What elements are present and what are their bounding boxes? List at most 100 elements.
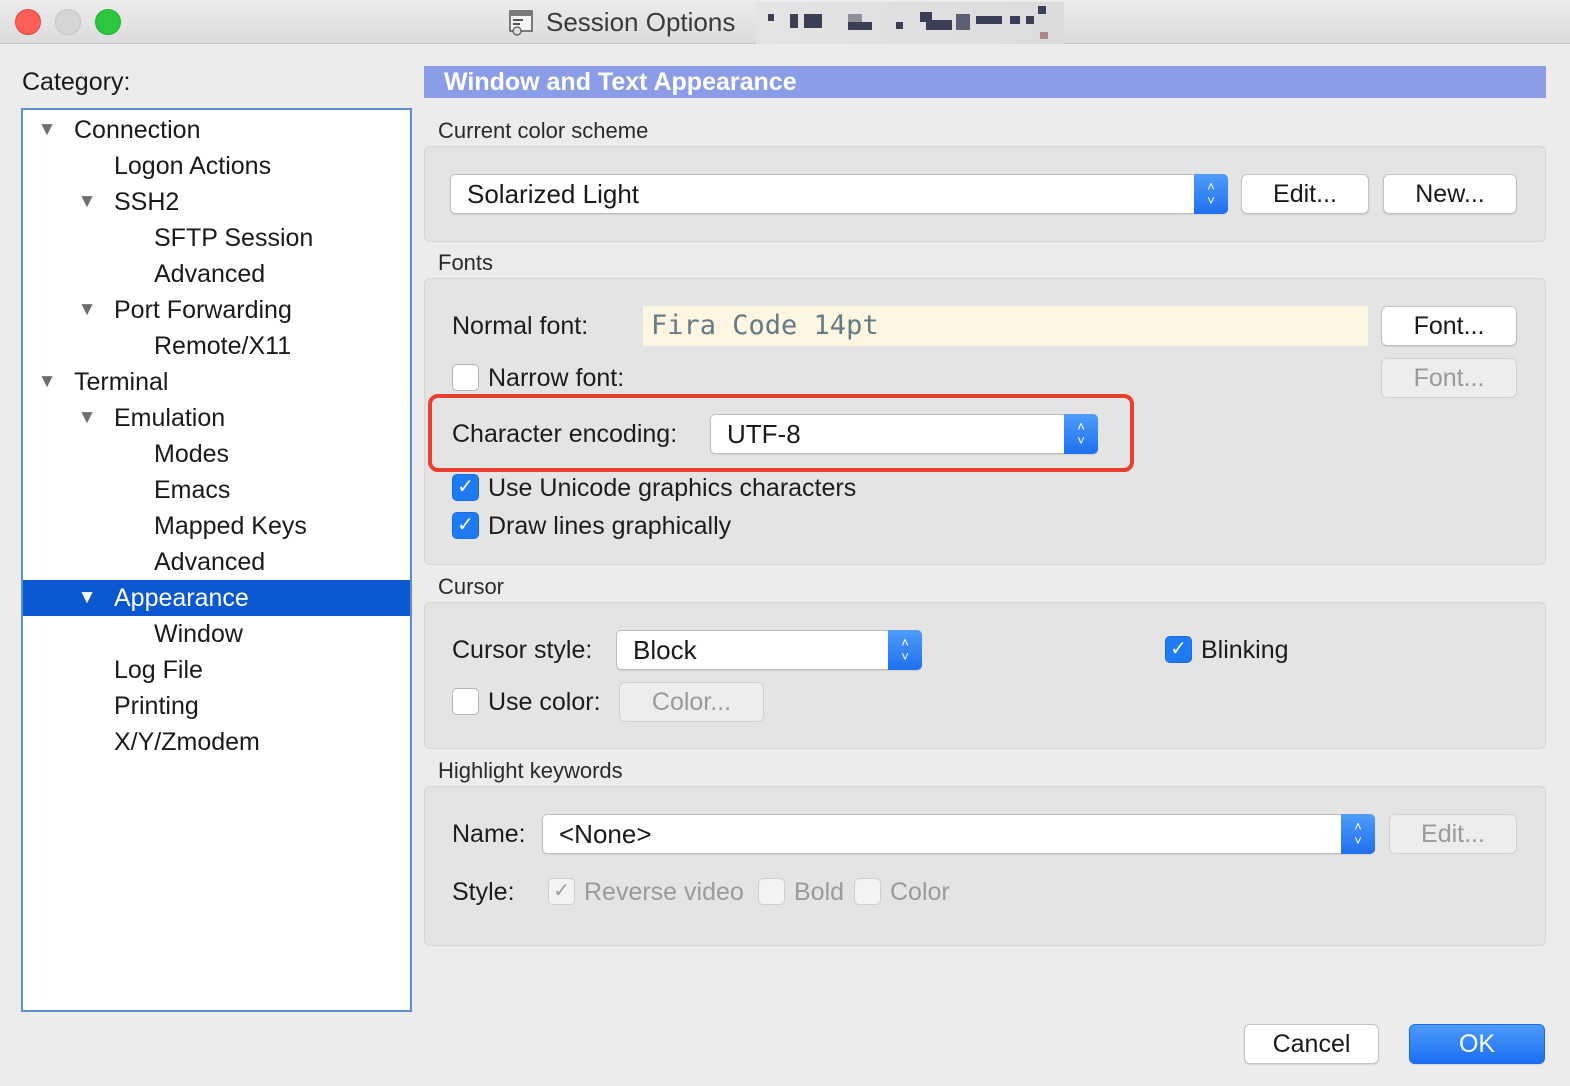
category-item-label: Remote/X11 [154,332,292,360]
draw-lines-label: Draw lines graphically [488,512,732,540]
category-item-label: Advanced [154,548,266,576]
window-title: Session Options [546,7,736,37]
category-item-label: Printing [114,692,199,720]
color-checkbox[interactable] [854,878,881,905]
color-scheme-group-label: Current color scheme [438,118,649,143]
category-item[interactable]: ▼ Appearance [23,580,410,616]
disclosure-triangle-icon[interactable]: ▼ [75,580,99,616]
zoom-window-button[interactable] [95,9,121,35]
category-item-label: Emulation [114,404,226,432]
category-item-label: Window [154,620,243,648]
category-item-label: SSH2 [114,188,180,216]
category-item-label: Connection [74,116,201,144]
cursor-style-select[interactable]: Block ˄ ˅ [616,630,922,670]
unicode-graphics-label: Use Unicode graphics characters [488,474,857,502]
blinking-label: Blinking [1201,636,1289,664]
disclosure-triangle-icon[interactable]: ▼ [75,400,99,436]
category-item-label: Terminal [74,368,169,396]
category-item-label: Emacs [154,476,231,504]
edit-highlight-button[interactable]: Edit... [1389,814,1517,854]
highlight-name-value: <None> [559,819,652,849]
normal-font-preview: Fira Code 14pt [643,306,1368,346]
normal-font-button[interactable]: Font... [1381,306,1517,346]
chevron-up-down-icon: ˄ ˅ [1341,814,1375,854]
category-item[interactable]: X/Y/Zmodem [23,724,410,760]
panel-title: Window and Text Appearance [424,66,1546,98]
bold-checkbox[interactable] [758,878,785,905]
category-item-label: SFTP Session [154,224,314,252]
title-bar: Session Options [0,0,1570,44]
category-item[interactable]: Remote/X11 [23,328,410,364]
disclosure-triangle-icon[interactable]: ▼ [75,184,99,220]
redacted-host-name [756,2,1064,44]
category-item-label: Port Forwarding [114,296,292,324]
cursor-style-value: Block [633,635,697,665]
category-item[interactable]: Advanced [23,544,410,580]
ok-button[interactable]: OK [1409,1024,1545,1064]
highlight-group-label: Highlight keywords [438,758,623,783]
cursor-group-label: Cursor [438,574,505,599]
category-item[interactable]: ▼ Terminal [23,364,410,400]
cursor-style-label: Cursor style: [452,636,593,664]
minimize-window-button[interactable] [55,9,81,35]
chevron-up-down-icon: ˄ ˅ [1194,174,1228,214]
category-item[interactable]: Mapped Keys [23,508,410,544]
category-item-label: Logon Actions [114,152,272,180]
unicode-graphics-checkbox[interactable]: ✓ [452,474,479,501]
checkmark-icon: ✓ [553,880,570,902]
highlight-group [424,786,1546,946]
disclosure-triangle-icon[interactable]: ▼ [35,364,59,400]
color-scheme-value: Solarized Light [467,179,639,209]
category-tree[interactable]: ▼ Connection Logon Actions ▼ SSH2 SFTP Sessio… [21,108,412,1012]
use-color-checkbox[interactable] [452,688,479,715]
category-item[interactable]: Window [23,616,410,652]
checkmark-icon: ✓ [457,514,474,536]
disclosure-triangle-icon[interactable]: ▼ [35,112,59,148]
category-item[interactable]: ▼ Port Forwarding [23,292,410,328]
category-item[interactable]: ▼ Connection [23,112,410,148]
category-item[interactable]: ▼ Emulation [23,400,410,436]
normal-font-label: Normal font: [452,312,589,340]
category-item[interactable]: ▼ SSH2 [23,184,410,220]
color-scheme-select[interactable]: Solarized Light ˄ ˅ [450,174,1228,214]
category-item-label: Modes [154,440,230,468]
disclosure-triangle-icon[interactable]: ▼ [75,292,99,328]
category-item[interactable]: SFTP Session [23,220,410,256]
category-item-label: Log File [114,656,203,684]
category-item[interactable]: Logon Actions [23,148,410,184]
cursor-group [424,602,1546,749]
draw-lines-checkbox[interactable]: ✓ [452,512,479,539]
encoding-highlight-annotation [428,394,1134,472]
category-item[interactable]: Emacs [23,472,410,508]
use-color-label: Use color: [488,688,601,716]
close-window-button[interactable] [15,9,41,35]
edit-color-scheme-button[interactable]: Edit... [1241,174,1369,214]
narrow-font-button[interactable]: Font... [1381,358,1517,398]
category-item[interactable]: Advanced [23,256,410,292]
cancel-button[interactable]: Cancel [1244,1024,1379,1064]
cursor-color-button[interactable]: Color... [619,682,764,722]
reverse-video-checkbox[interactable]: ✓ [548,878,575,905]
category-item[interactable]: Log File [23,652,410,688]
color-label: Color [890,878,950,906]
chevron-up-down-icon: ˄ ˅ [888,630,922,670]
reverse-video-label: Reverse video [584,878,744,906]
fonts-group-label: Fonts [438,250,494,275]
new-color-scheme-button[interactable]: New... [1383,174,1517,214]
blinking-checkbox[interactable]: ✓ [1165,636,1192,663]
highlight-style-label: Style: [452,878,515,906]
category-item-label: Mapped Keys [154,512,307,540]
session-window-icon [508,8,536,36]
highlight-name-label: Name: [452,820,526,848]
category-item-label: Advanced [154,260,266,288]
checkmark-icon: ✓ [1170,638,1187,660]
bold-label: Bold [794,878,845,906]
category-item[interactable]: Modes [23,436,410,472]
category-item-label: Appearance [114,584,249,612]
checkmark-icon: ✓ [457,476,474,498]
highlight-name-select[interactable]: <None> ˄ ˅ [542,814,1375,854]
narrow-font-checkbox[interactable] [452,364,479,391]
category-item[interactable]: Printing [23,688,410,724]
narrow-font-label: Narrow font: [488,364,625,392]
category-item-label: X/Y/Zmodem [114,728,260,756]
